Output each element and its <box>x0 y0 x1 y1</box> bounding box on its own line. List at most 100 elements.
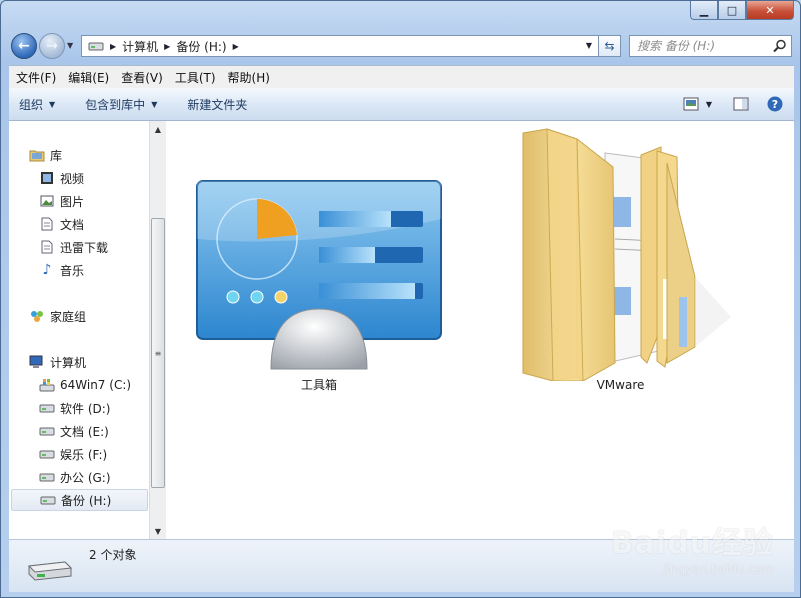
menu-help[interactable]: 帮助(H) <box>223 69 275 86</box>
file-list: 工具箱 VMware <box>166 121 794 539</box>
help-icon: ? <box>767 96 783 112</box>
drive-icon <box>88 42 104 51</box>
nav-label: 视频 <box>60 171 85 186</box>
breadcrumb-arrow-icon[interactable]: ▶ <box>164 42 170 51</box>
chevron-down-icon: ▼ <box>49 99 56 109</box>
drive-icon <box>39 423 55 439</box>
search-input[interactable] <box>635 38 774 54</box>
address-bar[interactable]: ▶ 计算机 ▶ 备份 (H:) ▶ ▼ <box>81 35 599 57</box>
breadcrumb-computer[interactable]: 计算机 <box>122 38 158 55</box>
watermark-url: jingyan.baidu.com <box>663 562 774 576</box>
close-button[interactable]: ✕ <box>746 1 794 20</box>
nav-drive-c[interactable]: 64Win7 (C:) <box>39 374 131 396</box>
control-panel-icon <box>196 180 442 370</box>
close-icon: ✕ <box>765 3 775 17</box>
nav-homegroup[interactable]: 家庭组 <box>29 305 86 327</box>
nav-drive-g[interactable]: 办公 (G:) <box>39 466 111 488</box>
breadcrumb: ▶ 计算机 ▶ 备份 (H:) ▶ <box>104 38 245 55</box>
nav-label: 迅雷下载 <box>60 240 109 255</box>
nav-label: 64Win7 (C:) <box>60 378 132 392</box>
breadcrumb-drive-h[interactable]: 备份 (H:) <box>176 38 226 55</box>
homegroup-icon <box>29 308 45 324</box>
refresh-icon: ⇆ <box>604 39 615 53</box>
view-icon <box>683 97 699 111</box>
watermark-brand: Baidu经验 <box>610 526 774 561</box>
breadcrumb-arrow-icon[interactable]: ▶ <box>233 42 239 51</box>
nav-drive-d[interactable]: 软件 (D:) <box>39 397 110 419</box>
preview-pane-button[interactable] <box>730 93 752 115</box>
drive-icon <box>39 469 55 485</box>
nav-label: 文档 <box>60 217 85 232</box>
folder-icon <box>522 128 731 382</box>
explorer-window: ▁ □ ✕ ← → ▼ ▶ 计算机 ▶ 备份 (H:) ▶ ▼ ⇆ 文件(F) … <box>0 0 801 598</box>
scroll-thumb[interactable]: ≡ <box>151 218 165 488</box>
navigation-pane: 库 视频 图片 文档 迅雷下载 ♪ 音乐 家庭组 计算机 64Win7 (C:)… <box>9 121 149 539</box>
search-box <box>629 35 792 57</box>
menu-bar: 文件(F) 编辑(E) 查看(V) 工具(T) 帮助(H) <box>9 65 794 88</box>
nav-label: 图片 <box>60 194 85 209</box>
nav-label: 办公 (G:) <box>60 470 111 485</box>
film-icon <box>39 170 55 186</box>
scroll-up-icon[interactable]: ▲ <box>150 121 166 137</box>
document-icon <box>39 239 55 255</box>
menu-view[interactable]: 查看(V) <box>116 69 168 86</box>
nav-label: 库 <box>50 148 63 163</box>
item-count: 2 个对象 <box>89 548 137 562</box>
nav-item-videos[interactable]: 视频 <box>39 167 84 189</box>
document-icon <box>39 216 55 232</box>
nav-drive-h[interactable]: 备份 (H:) <box>11 489 148 511</box>
picture-icon <box>39 193 55 209</box>
breadcrumb-arrow-icon[interactable]: ▶ <box>110 42 116 51</box>
drive-icon <box>39 446 55 462</box>
view-menu-button[interactable]: ▼ <box>704 93 714 115</box>
drive-icon <box>39 400 55 416</box>
nav-libraries[interactable]: 库 <box>29 144 62 166</box>
search-icon[interactable] <box>773 39 787 53</box>
watermark: Baidu经验 jingyan.baidu.com <box>611 518 774 576</box>
back-button[interactable]: ← <box>11 33 37 59</box>
drive-icon <box>40 492 56 508</box>
maximize-icon: □ <box>726 3 738 17</box>
maximize-button[interactable]: □ <box>718 1 746 20</box>
nav-label: 家庭组 <box>50 309 87 324</box>
organize-button[interactable]: 组织 ▼ <box>11 96 63 113</box>
nav-drive-f[interactable]: 娱乐 (F:) <box>39 443 107 465</box>
nav-item-music[interactable]: ♪ 音乐 <box>39 259 84 281</box>
chevron-down-icon: ▼ <box>705 99 713 109</box>
menu-tools[interactable]: 工具(T) <box>170 69 221 86</box>
windows-drive-icon <box>39 377 55 393</box>
status-bar: 2 个对象 Baidu经验 jingyan.baidu.com <box>9 526 794 592</box>
nav-item-documents[interactable]: 文档 <box>39 213 84 235</box>
library-icon <box>29 147 45 163</box>
nav-item-thunder-downloads[interactable]: 迅雷下载 <box>39 236 108 258</box>
music-note-icon: ♪ <box>42 262 52 278</box>
nav-item-pictures[interactable]: 图片 <box>39 190 84 212</box>
back-arrow-icon: ← <box>18 38 30 54</box>
item-toolbox[interactable]: 工具箱 <box>194 179 444 393</box>
history-dropdown[interactable]: ▼ <box>67 41 73 50</box>
nav-label: 计算机 <box>50 355 87 370</box>
include-in-library-button[interactable]: 包含到库中 ▼ <box>77 96 165 113</box>
help-button[interactable]: ? <box>764 93 786 115</box>
command-bar: 组织 ▼ 包含到库中 ▼ 新建文件夹 ▼ ? <box>9 88 794 121</box>
organize-label: 组织 <box>19 97 44 112</box>
navigation-bar: ← → ▼ ▶ 计算机 ▶ 备份 (H:) ▶ ▼ ⇆ <box>9 32 794 60</box>
menu-file[interactable]: 文件(F) <box>11 69 61 86</box>
address-dropdown-icon[interactable]: ▼ <box>586 41 592 50</box>
new-folder-label: 新建文件夹 <box>187 97 248 112</box>
scroll-down-icon[interactable]: ▼ <box>150 523 166 539</box>
nav-pane-scrollbar[interactable]: ▲ ≡ ▼ <box>149 121 166 539</box>
new-folder-button[interactable]: 新建文件夹 <box>179 96 255 113</box>
nav-drive-e[interactable]: 文档 (E:) <box>39 420 109 442</box>
drive-icon <box>27 561 73 581</box>
item-vmware-folder[interactable]: VMware <box>516 127 731 392</box>
forward-arrow-icon: → <box>46 38 58 54</box>
nav-computer[interactable]: 计算机 <box>29 351 86 373</box>
menu-edit[interactable]: 编辑(E) <box>63 69 114 86</box>
refresh-button[interactable]: ⇆ <box>599 35 621 57</box>
minimize-button[interactable]: ▁ <box>690 1 718 20</box>
forward-button[interactable]: → <box>39 33 65 59</box>
nav-label: 软件 (D:) <box>60 401 111 416</box>
change-view-button[interactable] <box>680 93 702 115</box>
computer-icon <box>29 354 45 370</box>
